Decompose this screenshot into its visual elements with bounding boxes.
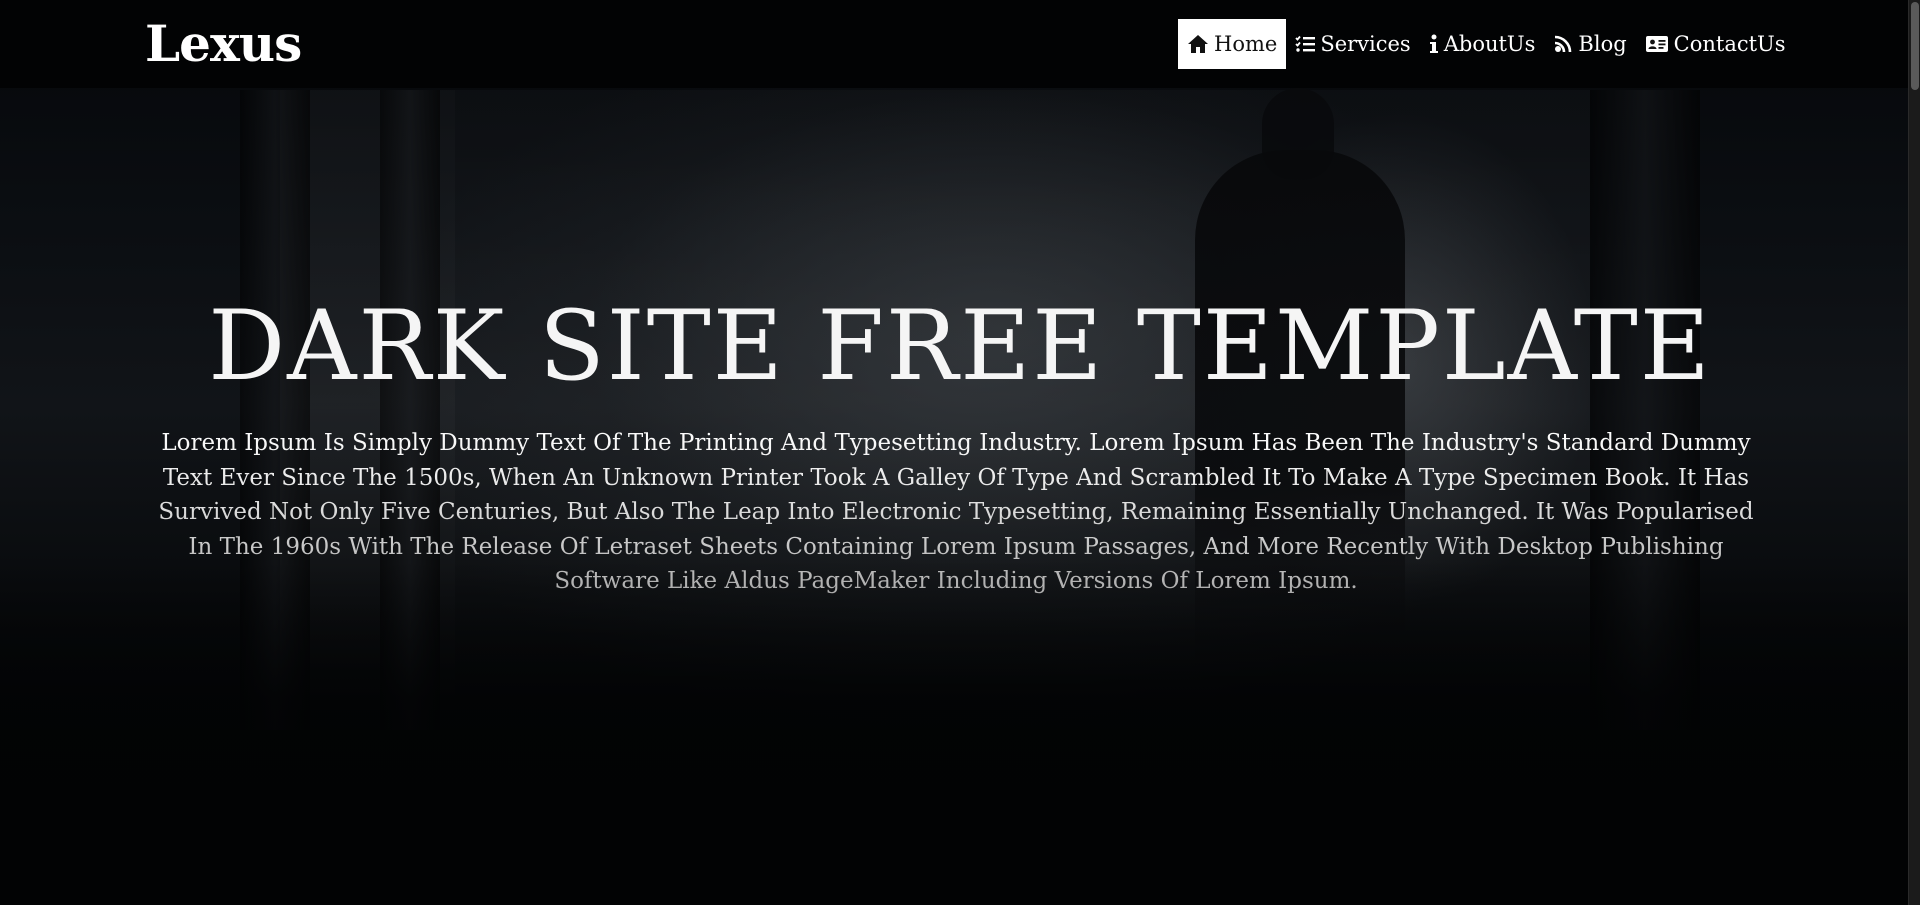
- checklist-icon: [1295, 35, 1316, 53]
- address-card-icon: [1645, 35, 1669, 53]
- nav-item-label: Services: [1320, 32, 1411, 56]
- page: Lexus Home Services AboutUs Blog Contact…: [0, 0, 1920, 905]
- nav-item-label: ContactUs: [1673, 32, 1786, 56]
- rss-icon: [1553, 34, 1573, 54]
- home-icon: [1187, 34, 1209, 54]
- nav-item-blog[interactable]: Blog: [1544, 19, 1635, 69]
- nav-item-contactus[interactable]: ContactUs: [1636, 19, 1795, 69]
- nav-item-label: AboutUs: [1443, 32, 1536, 56]
- navbar: Lexus Home Services AboutUs Blog Contact…: [0, 0, 1908, 88]
- hero-description: Lorem Ipsum Is Simply Dummy Text Of The …: [150, 426, 1762, 599]
- info-icon: [1429, 34, 1439, 54]
- nav-item-label: Blog: [1578, 32, 1627, 56]
- page-scrollbar[interactable]: [1908, 0, 1920, 905]
- brand-logo[interactable]: Lexus: [145, 14, 302, 73]
- main-nav: Home Services AboutUs Blog ContactUs: [1178, 19, 1795, 69]
- nav-item-aboutus[interactable]: AboutUs: [1420, 19, 1545, 69]
- ground-shadow: [0, 560, 1908, 905]
- nav-item-home[interactable]: Home: [1178, 19, 1287, 69]
- scrollbar-thumb[interactable]: [1911, 2, 1919, 90]
- nav-item-label: Home: [1214, 32, 1278, 56]
- nav-item-services[interactable]: Services: [1286, 19, 1419, 69]
- hero-title: DARK SITE FREE TEMPLATE: [208, 290, 1712, 402]
